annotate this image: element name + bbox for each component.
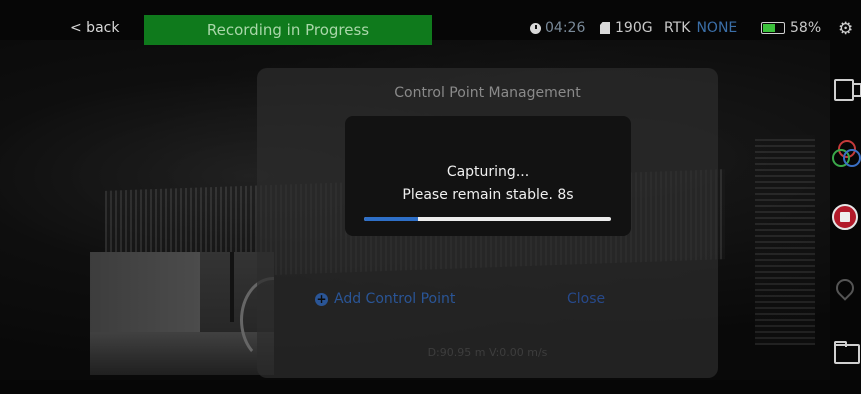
close-button[interactable]: Close <box>567 291 605 307</box>
clock-icon <box>530 22 541 34</box>
stop-record-icon[interactable] <box>830 202 860 232</box>
recording-timer: 04:26 <box>545 20 586 36</box>
storage-status: 190G <box>600 20 653 36</box>
capture-progress-bar <box>364 217 611 221</box>
add-control-point-label: Add Control Point <box>334 291 456 307</box>
storage-remaining: 190G <box>615 20 653 36</box>
location-icon[interactable] <box>830 275 860 305</box>
stability-instruction: Please remain stable. 8s <box>402 187 574 203</box>
back-button[interactable]: < back <box>70 20 119 36</box>
app-screen: < back Recording in Progress 04:26 190G … <box>0 0 861 394</box>
battery-status: 58% <box>761 20 821 36</box>
dialog-title: Control Point Management <box>394 85 581 101</box>
rtk-value: NONE <box>696 20 738 36</box>
add-control-point-button[interactable]: + Add Control Point <box>315 291 455 307</box>
capture-progress-popup: Capturing... Please remain stable. 8s <box>345 116 631 236</box>
battery-percentage: 58% <box>790 20 822 36</box>
plus-icon: + <box>315 291 328 306</box>
rtk-status: RTK NONE <box>664 20 737 36</box>
gear-icon[interactable]: ⚙ <box>838 19 853 39</box>
camera-icon[interactable] <box>830 75 861 105</box>
capturing-text: Capturing... <box>446 164 530 180</box>
recording-banner: Recording in Progress <box>144 15 432 45</box>
timer-status: 04:26 <box>530 20 585 36</box>
capture-progress-fill <box>364 217 419 221</box>
sd-card-icon <box>600 22 610 34</box>
distance-velocity-readout: D:90.95 m V:0.00 m/s <box>427 346 548 359</box>
battery-icon <box>761 22 785 34</box>
rtk-label: RTK <box>664 20 691 36</box>
battery-fill <box>763 24 775 32</box>
top-status-bar: < back Recording in Progress 04:26 190G … <box>0 13 861 45</box>
folder-icon[interactable] <box>830 338 860 368</box>
layers-icon[interactable] <box>830 138 861 168</box>
